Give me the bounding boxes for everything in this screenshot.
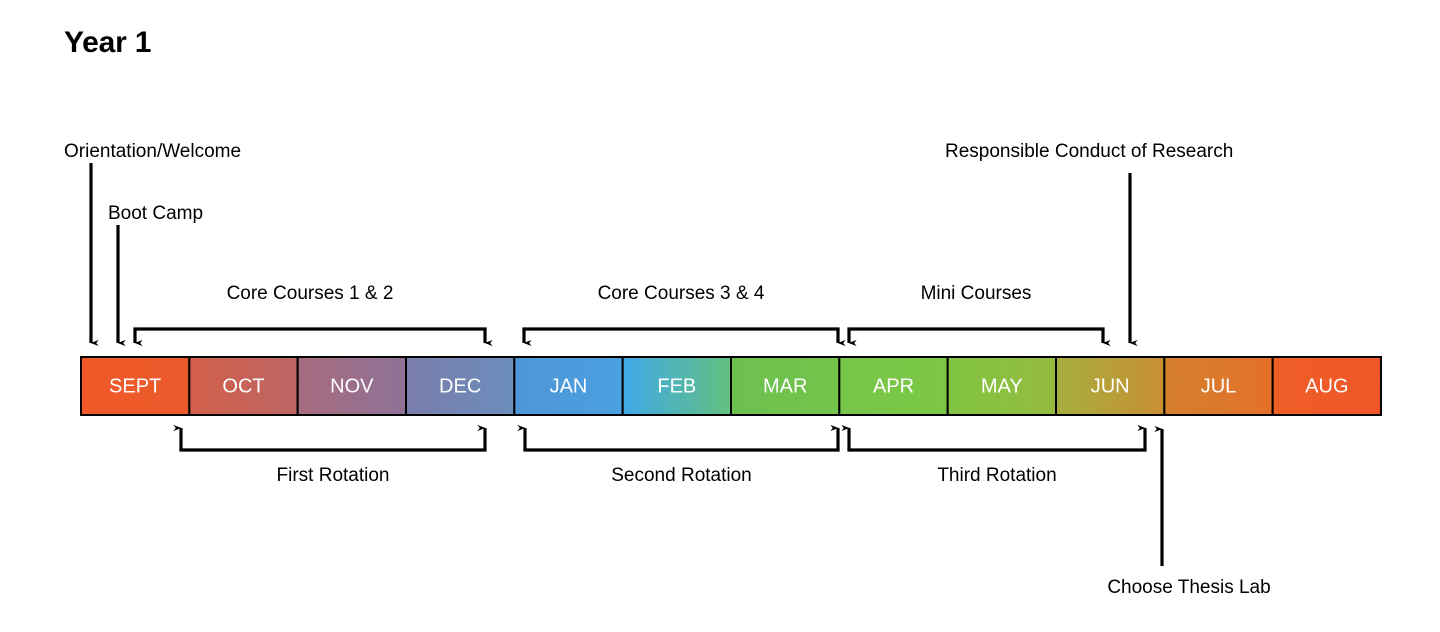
month-cell-nov[interactable]: NOV: [296, 356, 407, 416]
annotation-label-responsible-conduct-of-research: Responsible Conduct of Research: [945, 141, 1234, 162]
month-cell-label: SEPT: [109, 375, 161, 397]
month-cell-label: JAN: [550, 375, 588, 397]
month-cell-label: NOV: [330, 375, 374, 397]
timeline-graphics: SEPT OCT NOV DEC JAN FEB MAR APR MAY JUN JUL AUG: [80, 163, 1382, 566]
annotation-label-choose-thesis-lab: Choose Thesis Lab: [1107, 577, 1271, 598]
bracket-label-core-courses-3-4: Core Courses 3 & 4: [597, 283, 765, 304]
bracket-label-first-rotation: First Rotation: [276, 465, 390, 486]
month-cell-may[interactable]: MAY: [946, 356, 1058, 416]
month-cell-jan[interactable]: JAN: [513, 356, 624, 416]
month-cell-label: APR: [873, 375, 914, 397]
month-cell-jun[interactable]: JUN: [1055, 356, 1166, 416]
month-cell-label: DEC: [439, 375, 481, 397]
timeline-diagram: Year 1 SEPT OCT NOV DEC JAN FEB MAR APR MAY JUN JU…: [0, 0, 1440, 632]
bracket-label-second-rotation: Second Rotation: [611, 465, 752, 486]
month-cells-group: SEPT OCT NOV DEC JAN FEB MAR APR MAY JUN JUL AUG: [80, 356, 1382, 416]
month-cell-label: AUG: [1305, 375, 1348, 397]
bracket-label-third-rotation: Third Rotation: [937, 465, 1057, 486]
month-cell-apr[interactable]: APR: [838, 356, 949, 416]
month-cell-jul[interactable]: JUL: [1163, 356, 1274, 416]
month-cell-label: JUL: [1201, 375, 1237, 397]
annotation-label-orientation-welcome: Orientation/Welcome: [64, 141, 242, 162]
month-cell-feb[interactable]: FEB: [621, 356, 733, 416]
month-cell-sept[interactable]: SEPT: [80, 356, 191, 416]
month-cell-label: FEB: [657, 375, 696, 397]
annotation-label-boot-camp: Boot Camp: [108, 203, 204, 224]
month-cell-dec[interactable]: DEC: [405, 356, 516, 416]
month-cell-label: OCT: [222, 375, 264, 397]
month-cell-aug[interactable]: AUG: [1271, 356, 1382, 416]
month-cell-label: MAY: [981, 375, 1023, 397]
bracket-label-mini-courses: Mini Courses: [920, 283, 1032, 304]
month-cell-label: JUN: [1091, 375, 1130, 397]
month-cell-mar[interactable]: MAR: [730, 356, 841, 416]
month-cell-label: MAR: [763, 375, 807, 397]
bracket-label-core-courses-1-2: Core Courses 1 & 2: [226, 283, 394, 304]
month-cell-oct[interactable]: OCT: [188, 356, 299, 416]
